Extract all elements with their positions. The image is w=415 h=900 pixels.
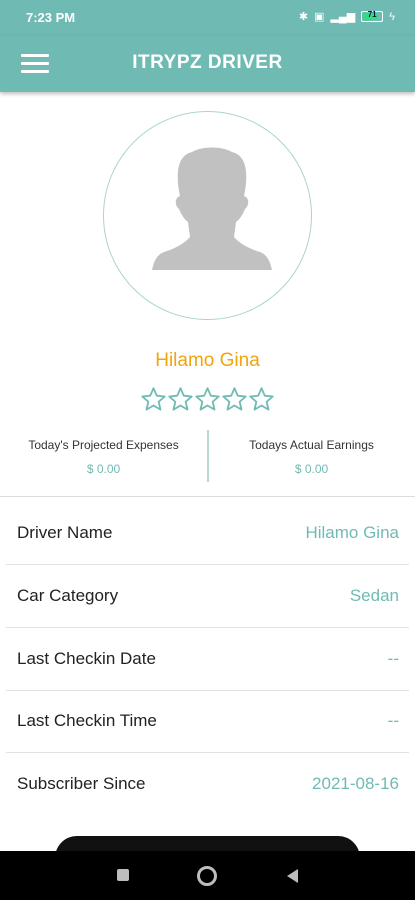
nfc-icon: ▣: [314, 11, 325, 23]
status-icons: ✱ ▣ ▂▄▆ 71 ϟ: [299, 10, 395, 23]
detail-value: --: [387, 711, 399, 730]
detail-value: Hilamo Gina: [305, 523, 399, 542]
triangle-back-icon[interactable]: [285, 866, 305, 886]
battery-icon: 71: [361, 10, 384, 22]
driver-name-heading: Hilamo Gina: [155, 350, 260, 371]
detail-label: Last Checkin Date: [17, 649, 156, 668]
section-divider: [0, 496, 415, 497]
actual-earnings-label: Todays Actual Earnings: [249, 438, 374, 452]
detail-label: Driver Name: [17, 523, 113, 542]
circle-home-icon[interactable]: [197, 866, 217, 886]
detail-label: Subscriber Since: [17, 774, 146, 793]
signal-icon: ▂▄▆: [330, 11, 356, 23]
star-icon[interactable]: [167, 386, 194, 413]
detail-value: --: [387, 649, 399, 668]
detail-row-car-category: Car Category Sedan: [0, 565, 415, 627]
star-icon[interactable]: [248, 386, 275, 413]
projected-expenses-stat: Today's Projected Expenses $ 0.00: [0, 428, 207, 476]
detail-label: Car Category: [17, 586, 119, 605]
rating-stars[interactable]: [0, 386, 415, 413]
detail-row-driver-name: Driver Name Hilamo Gina: [0, 502, 415, 564]
detail-row-last-checkin-time: Last Checkin Time --: [0, 690, 415, 752]
earnings-stats: Today's Projected Expenses $ 0.00 Todays…: [0, 428, 415, 484]
detail-label: Last Checkin Time: [17, 711, 157, 730]
status-time: 7:23 PM: [26, 10, 76, 25]
detail-row-last-checkin-date: Last Checkin Date --: [0, 628, 415, 690]
projected-expenses-value: $ 0.00: [86, 462, 121, 476]
projected-expenses-label: Today's Projected Expenses: [28, 438, 179, 452]
square-recents-icon[interactable]: [114, 866, 134, 886]
charging-icon: ϟ: [389, 10, 395, 23]
detail-row-subscriber-since: Subscriber Since 2021-08-16: [0, 753, 415, 815]
detail-value: Sedan: [349, 586, 399, 605]
bluetooth-icon: ✱: [298, 11, 309, 23]
detail-value: 2021-08-16: [312, 774, 399, 793]
star-icon[interactable]: [221, 386, 248, 413]
actual-earnings-value: $ 0.00: [294, 462, 329, 476]
avatar[interactable]: [103, 111, 312, 320]
app-bar: ITRYPZ DRIVER: [0, 36, 415, 92]
system-navigation-bar: [0, 851, 415, 900]
user-silhouette-icon: [152, 147, 272, 270]
star-icon[interactable]: [140, 386, 167, 413]
status-bar: 7:23 PM ✱ ▣ ▂▄▆ 71 ϟ: [0, 0, 415, 36]
star-icon[interactable]: [194, 386, 221, 413]
actual-earnings-stat: Todays Actual Earnings $ 0.00: [208, 428, 415, 476]
app-title: ITRYPZ DRIVER: [132, 52, 283, 73]
